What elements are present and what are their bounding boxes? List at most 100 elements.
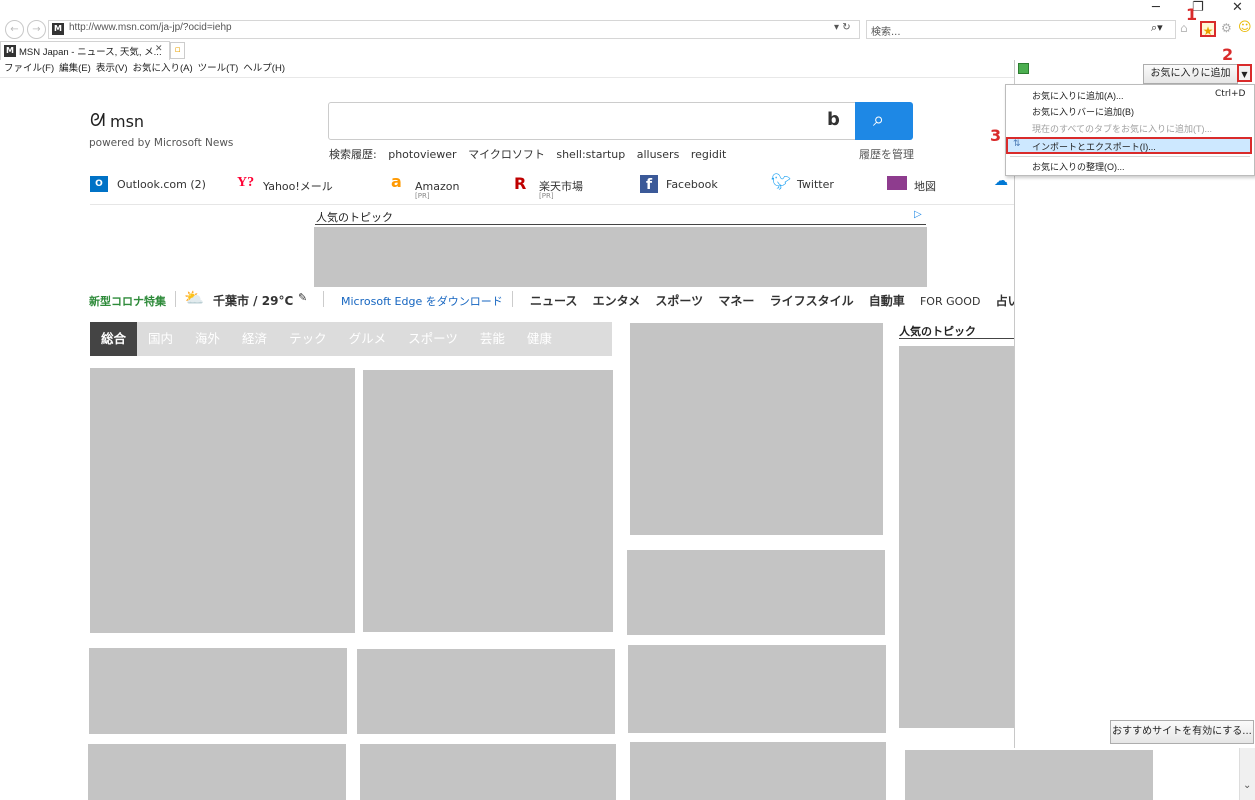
forward-button[interactable]: → — [27, 20, 46, 39]
menu-import-export-label: インポートとエクスポート(I)... — [1032, 142, 1156, 152]
yahoo-icon: Y? — [237, 175, 255, 190]
menu-add-favorites[interactable]: お気に入りに追加(A)... — [1032, 89, 1124, 102]
history-item[interactable]: allusers — [637, 148, 680, 161]
nav-lifestyle[interactable]: ライフスタイル — [770, 294, 854, 308]
site-favicon-icon: M — [52, 23, 64, 35]
shortcut-ctrl-d: Ctrl+D — [1215, 89, 1246, 99]
add-to-favorites-button[interactable]: お気に入りに追加 — [1143, 64, 1238, 84]
page-search-icon: ⌕ — [873, 107, 885, 131]
history-item[interactable]: shell:startup — [556, 148, 625, 161]
nav-autos[interactable]: 自動車 — [869, 294, 905, 308]
add-favorites-dropdown-button[interactable]: ▼ — [1237, 64, 1252, 82]
quicklink-outlook[interactable]: Outlook.com (2) — [117, 178, 206, 191]
news-tile[interactable] — [628, 645, 886, 733]
nav-entertainment[interactable]: エンタメ — [593, 294, 641, 308]
quicklink-twitter[interactable]: Twitter — [797, 178, 834, 191]
twitter-icon: 🐦︎ — [771, 172, 792, 191]
menu-tools[interactable]: ツール(T) — [198, 60, 239, 77]
menu-bar: ファイル(F) 編集(E) 表示(V) お気に入り(A) ツール(T) ヘルプ(H) — [0, 60, 1014, 78]
msn-logo[interactable]: msn — [110, 112, 144, 131]
page-search-input[interactable]: b — [328, 102, 858, 140]
refresh-icon[interactable]: ▾ ↻ — [834, 22, 851, 33]
menu-file[interactable]: ファイル(F) — [4, 60, 54, 77]
divider — [90, 204, 1014, 205]
quicklink-facebook[interactable]: Facebook — [666, 178, 718, 191]
adchoices-icon[interactable]: ▷ — [914, 209, 922, 220]
scrollbar[interactable]: ⌄ — [1239, 748, 1255, 800]
smiley-icon[interactable]: ☺ — [1238, 20, 1252, 35]
close-icon[interactable]: ✕ — [1232, 0, 1243, 15]
menu-favorites[interactable]: お気に入り(A) — [132, 60, 192, 77]
menu-help[interactable]: ヘルプ(H) — [243, 60, 285, 77]
weather-text[interactable]: 千葉市 / 29°C — [213, 292, 293, 309]
new-tab-icon[interactable]: ▫ — [170, 42, 185, 59]
address-bar[interactable]: M http://www.msn.com/ja-jp/?ocid=iehp ▾ … — [48, 20, 860, 39]
divider — [512, 291, 513, 307]
covid-link[interactable]: 新型コロナ特集 — [89, 293, 166, 309]
minimize-icon[interactable]: ─ — [1152, 0, 1160, 15]
news-tab-economy[interactable]: 経済 — [231, 322, 278, 356]
ad-banner[interactable] — [314, 227, 927, 287]
news-tab-sports[interactable]: スポーツ — [397, 322, 469, 356]
news-tab-entertainment[interactable]: 芸能 — [469, 322, 516, 356]
news-tile[interactable] — [90, 368, 355, 633]
browser-search-box[interactable]: 検索... ⌕▾ — [866, 20, 1176, 39]
gear-icon[interactable]: ⚙ — [1221, 21, 1232, 35]
favorites-star-icon[interactable]: ★ — [1200, 21, 1216, 38]
annotation-3: 3 — [990, 126, 1002, 145]
pr-label: [PR] — [539, 192, 554, 200]
msn-butterfly-icon: ᘛ — [90, 110, 106, 131]
news-tile[interactable] — [363, 370, 613, 632]
rakuten-icon: R — [514, 174, 527, 193]
side-ad[interactable] — [899, 346, 1017, 728]
back-button[interactable]: ← — [5, 20, 24, 39]
history-item[interactable]: regidit — [691, 148, 726, 161]
news-tab-world[interactable]: 海外 — [184, 322, 231, 356]
news-tabs: 総合 国内 海外 経済 テック グルメ スポーツ 芸能 健康 — [90, 322, 612, 356]
browser-search-input[interactable]: 検索... — [871, 23, 901, 38]
tab-close-icon[interactable]: ✕ — [155, 44, 163, 54]
pencil-icon[interactable]: ✎ — [298, 291, 307, 304]
menu-organize-favorites[interactable]: お気に入りの整理(O)... — [1032, 160, 1125, 173]
facebook-icon: f — [640, 175, 658, 193]
menu-add-favorites-bar[interactable]: お気に入りバーに追加(B) — [1032, 105, 1134, 118]
news-tile[interactable] — [89, 648, 347, 734]
news-tile[interactable] — [630, 323, 883, 535]
news-tile[interactable] — [905, 750, 1153, 800]
search-icon[interactable]: ⌕▾ — [1151, 21, 1163, 35]
nav-sports[interactable]: スポーツ — [655, 294, 703, 308]
divider — [899, 338, 1017, 339]
news-tab-top[interactable]: 総合 — [90, 322, 138, 356]
menu-import-export[interactable]: ⇅ インポートとエクスポート(I)... — [1006, 137, 1252, 154]
scroll-down-icon[interactable]: ⌄ — [1243, 780, 1251, 791]
history-item[interactable]: マイクロソフト — [468, 148, 545, 161]
menu-edit[interactable]: 編集(E) — [59, 60, 91, 77]
manage-history-link[interactable]: 履歴を管理 — [859, 146, 914, 162]
nav-forgood[interactable]: FOR GOOD — [920, 295, 980, 308]
url-text[interactable]: http://www.msn.com/ja-jp/?ocid=iehp — [69, 22, 232, 33]
page-search-button[interactable]: ⌕ — [855, 102, 913, 140]
news-tile[interactable] — [630, 742, 886, 800]
news-tile[interactable] — [88, 744, 346, 800]
news-tab-domestic[interactable]: 国内 — [137, 322, 184, 356]
main-nav: ニュース エンタメ スポーツ マネー ライフスタイル 自動車 FOR GOOD … — [530, 292, 1020, 309]
menu-view[interactable]: 表示(V) — [96, 60, 128, 77]
edge-download-link[interactable]: Microsoft Edge をダウンロード — [341, 293, 503, 309]
enable-suggested-sites-button[interactable]: おすすめサイトを有効にする... — [1110, 720, 1254, 744]
news-tile[interactable] — [360, 744, 616, 800]
import-export-icon: ⇅ — [1013, 139, 1021, 149]
nav-money[interactable]: マネー — [718, 294, 754, 308]
news-tab-gourmet[interactable]: グルメ — [338, 322, 398, 356]
news-tab-tech[interactable]: テック — [278, 322, 338, 356]
favorites-pin-icon[interactable] — [1018, 63, 1029, 74]
news-tile[interactable] — [357, 649, 615, 734]
divider — [323, 291, 324, 307]
news-tab-health[interactable]: 健康 — [516, 322, 563, 356]
tab-msn[interactable]: M MSN Japan - ニュース, 天気, メ... ✕ — [0, 41, 170, 60]
quicklink-yahoo[interactable]: Yahoo!メール — [263, 178, 333, 194]
chevron-down-icon: ▼ — [1241, 70, 1248, 79]
history-item[interactable]: photoviewer — [388, 148, 456, 161]
news-tile[interactable] — [627, 550, 885, 635]
quicklink-map[interactable]: 地図 — [914, 178, 936, 194]
nav-news[interactable]: ニュース — [530, 294, 577, 308]
